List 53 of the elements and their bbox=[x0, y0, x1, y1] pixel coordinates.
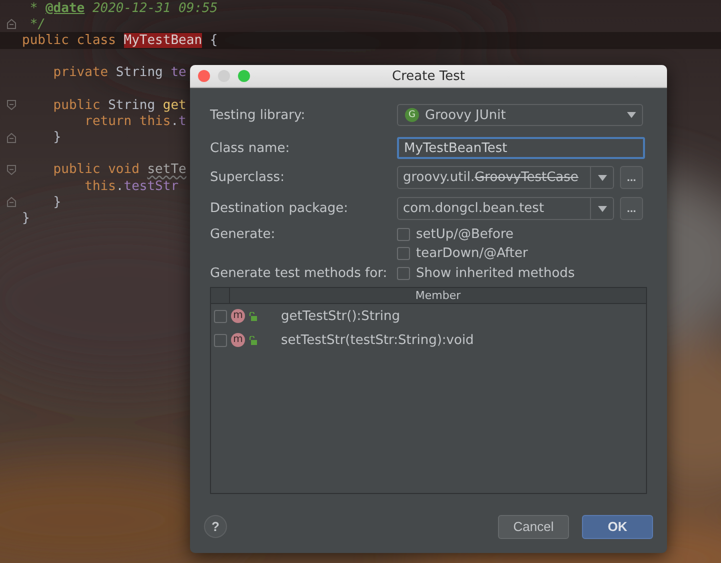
code-line: * @date 2020-12-31 09:55 bbox=[28, 0, 218, 16]
close-icon[interactable] bbox=[198, 70, 210, 82]
checkbox[interactable] bbox=[214, 310, 227, 322]
field-label: Class name: bbox=[210, 140, 291, 156]
checkbox[interactable] bbox=[397, 267, 410, 280]
field-label: Testing library: bbox=[210, 108, 306, 122]
minimize-icon[interactable] bbox=[218, 70, 230, 82]
table-cell: setTestStr(testStr:String):void bbox=[281, 332, 474, 348]
code-line: public void setTe bbox=[52, 162, 186, 178]
unlocked-icon bbox=[249, 336, 257, 344]
code-line: public class MyTestBean { bbox=[22, 32, 218, 48]
superclass-combo[interactable]: groovy.util.GroovyTestCase bbox=[397, 166, 614, 189]
cancel-button[interactable]: Cancel bbox=[498, 514, 569, 538]
field-label: Generate test methods for: bbox=[210, 266, 388, 281]
package-combo[interactable]: com.dongcl.bean.test bbox=[397, 197, 614, 220]
fold-icon[interactable] bbox=[6, 164, 16, 175]
help-button[interactable]: ? bbox=[204, 515, 227, 538]
ok-button[interactable]: OK bbox=[582, 514, 653, 538]
table-cell: getTestStr():String bbox=[281, 308, 400, 324]
fold-icon[interactable] bbox=[6, 132, 16, 143]
code-line: */ bbox=[28, 16, 46, 32]
checkbox-label: Show inherited methods bbox=[416, 266, 575, 281]
zoom-icon[interactable] bbox=[238, 70, 250, 82]
library-dropdown[interactable]: G Groovy JUnit bbox=[397, 104, 643, 126]
fold-icon[interactable] bbox=[6, 100, 16, 110]
caret-icon bbox=[627, 112, 636, 118]
caret-icon bbox=[598, 174, 606, 180]
browse-button[interactable]: ... bbox=[620, 197, 643, 220]
input-field[interactable]: MyTestBeanTest bbox=[397, 137, 645, 159]
checkbox[interactable] bbox=[397, 228, 410, 241]
code-line: } bbox=[22, 211, 30, 226]
browse-button[interactable]: ... bbox=[620, 166, 643, 189]
checkbox[interactable] bbox=[214, 334, 227, 346]
code-line: public String get bbox=[52, 98, 186, 113]
fold-icon[interactable] bbox=[6, 197, 16, 208]
method-icon: m bbox=[231, 333, 245, 347]
method-icon: m bbox=[231, 309, 245, 323]
library-icon: G bbox=[405, 108, 419, 122]
window-title: Create Test bbox=[392, 68, 465, 84]
code-line: return this.t bbox=[84, 114, 186, 129]
code-line: } bbox=[52, 194, 62, 210]
field-label: Superclass: bbox=[210, 170, 286, 185]
code-line: private String te bbox=[52, 65, 186, 80]
code-line: } bbox=[52, 130, 62, 146]
fold-icon[interactable] bbox=[6, 19, 16, 30]
field-label: Destination package: bbox=[210, 201, 349, 216]
checkbox-label: setUp/@Before bbox=[416, 227, 514, 242]
checkbox-label: tearDown/@After bbox=[416, 246, 528, 261]
caret-icon bbox=[598, 206, 606, 212]
code-line: this.testStr bbox=[84, 178, 179, 194]
unlocked-icon bbox=[249, 312, 257, 320]
checkbox[interactable] bbox=[397, 247, 410, 260]
field-label: Generate: bbox=[210, 227, 276, 242]
